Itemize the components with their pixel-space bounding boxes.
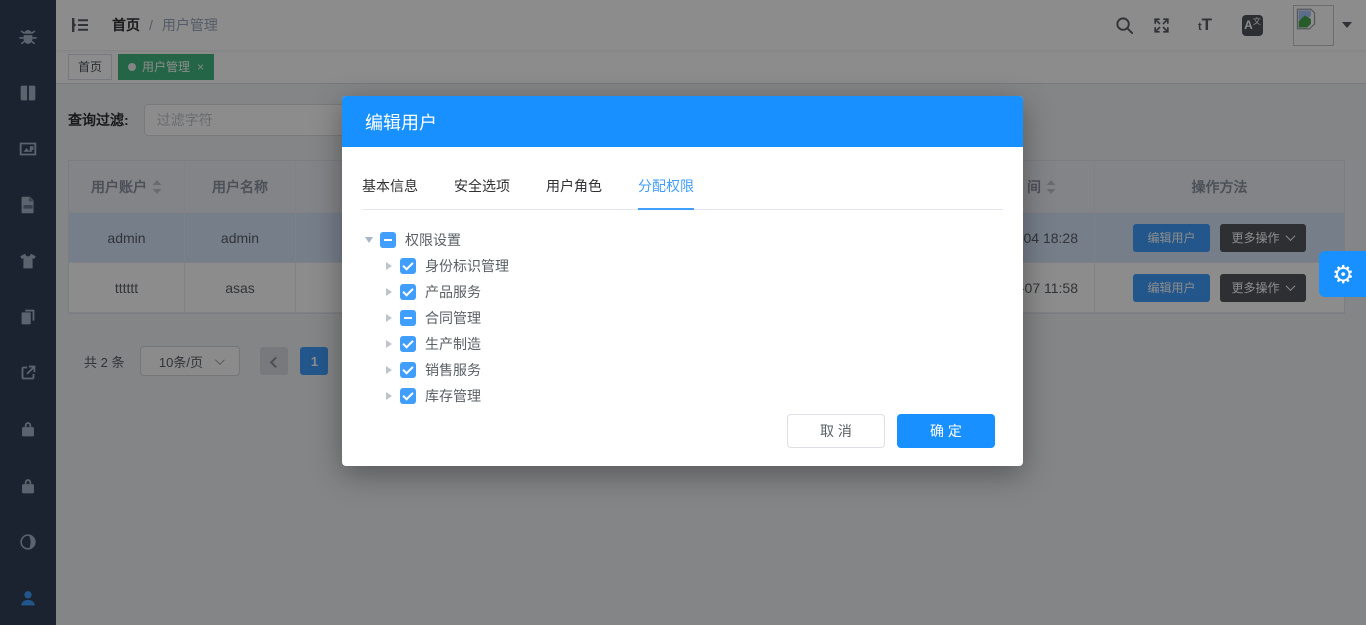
settings-panel-button[interactable]: ⚙ — [1319, 251, 1366, 297]
tree-expand-icon[interactable] — [382, 366, 396, 374]
dialog-tabs: 基本信息 安全选项 用户角色 分配权限 — [362, 176, 1003, 210]
edit-user-dialog: 编辑用户 基本信息 安全选项 用户角色 分配权限 权限设置 身份标识管理 产品服… — [342, 96, 1023, 466]
tree-node[interactable]: 合同管理 — [362, 305, 1003, 331]
confirm-button[interactable]: 确 定 — [897, 414, 995, 448]
dialog-title: 编辑用户 — [365, 109, 437, 135]
tree-node[interactable]: 销售服务 — [362, 357, 1003, 383]
tree-expand-icon[interactable] — [382, 314, 396, 322]
dialog-header: 编辑用户 — [342, 96, 1023, 147]
tree-node-root[interactable]: 权限设置 — [362, 227, 1003, 253]
tab-assign-permissions[interactable]: 分配权限 — [638, 176, 694, 209]
checkbox-indeterminate[interactable] — [400, 310, 416, 326]
cancel-button[interactable]: 取 消 — [787, 414, 885, 448]
tree-expand-icon[interactable] — [382, 262, 396, 270]
tree-node[interactable]: 生产制造 — [362, 331, 1003, 357]
tree-expand-icon[interactable] — [382, 288, 396, 296]
checkbox-indeterminate[interactable] — [380, 232, 396, 248]
tree-node[interactable]: 身份标识管理 — [362, 253, 1003, 279]
tree-expand-icon[interactable] — [382, 340, 396, 348]
checkbox-checked[interactable] — [400, 388, 416, 404]
permission-tree: 权限设置 身份标识管理 产品服务 合同管理 生产制造 — [362, 227, 1003, 409]
gear-icon: ⚙ — [1332, 262, 1354, 287]
tab-security-options[interactable]: 安全选项 — [454, 176, 510, 209]
tree-node[interactable]: 库存管理 — [362, 383, 1003, 409]
checkbox-checked[interactable] — [400, 362, 416, 378]
tree-expand-icon[interactable] — [382, 392, 396, 400]
tree-node[interactable]: 产品服务 — [362, 279, 1003, 305]
tree-expand-icon[interactable] — [362, 237, 376, 243]
checkbox-checked[interactable] — [400, 284, 416, 300]
tab-basic-info[interactable]: 基本信息 — [362, 176, 418, 209]
checkbox-checked[interactable] — [400, 336, 416, 352]
checkbox-checked[interactable] — [400, 258, 416, 274]
tab-user-roles[interactable]: 用户角色 — [546, 176, 602, 209]
dialog-footer: 取 消 确 定 — [787, 414, 995, 448]
